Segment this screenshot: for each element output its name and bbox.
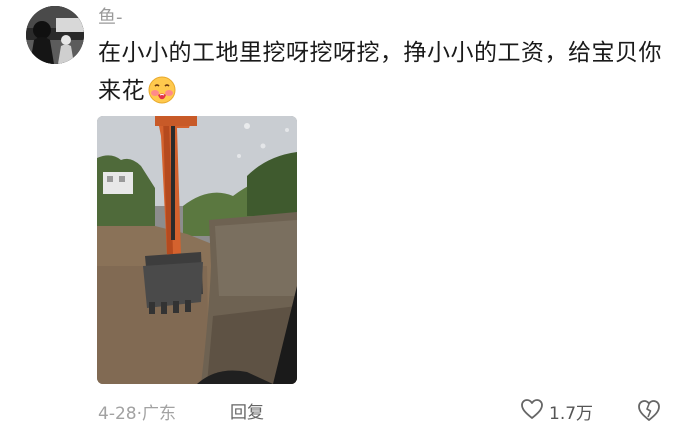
username[interactable]: 鱼- [98, 6, 123, 30]
reply-button[interactable]: 回复 [230, 398, 264, 423]
like-count: 1.7万 [549, 403, 594, 424]
heart-outline-icon [520, 398, 544, 424]
comment-meta: 4-28·广东 [98, 399, 176, 424]
dislike-button[interactable] [636, 398, 662, 424]
blush-face-emoji-icon [147, 75, 177, 117]
like-button[interactable]: 1.7万 [520, 397, 593, 425]
comment-text: 在小小的工地里挖呀挖呀挖，挣小小的工资，给宝贝你来花 [98, 34, 668, 117]
comment-footer: 4-28·广东 回复 1.7万 [98, 397, 668, 425]
comment-text-content: 在小小的工地里挖呀挖呀挖，挣小小的工资，给宝贝你来花 [98, 40, 662, 104]
comment-location: 广东 [142, 404, 176, 424]
comment-date: 4-28 [98, 404, 137, 424]
broken-heart-outline-icon [636, 400, 662, 426]
comment-photo[interactable] [97, 116, 297, 384]
avatar[interactable] [26, 6, 84, 64]
comment-item: 鱼- 在小小的工地里挖呀挖呀挖，挣小小的工资，给宝贝你来花 4-28·广东 回复… [0, 0, 690, 430]
